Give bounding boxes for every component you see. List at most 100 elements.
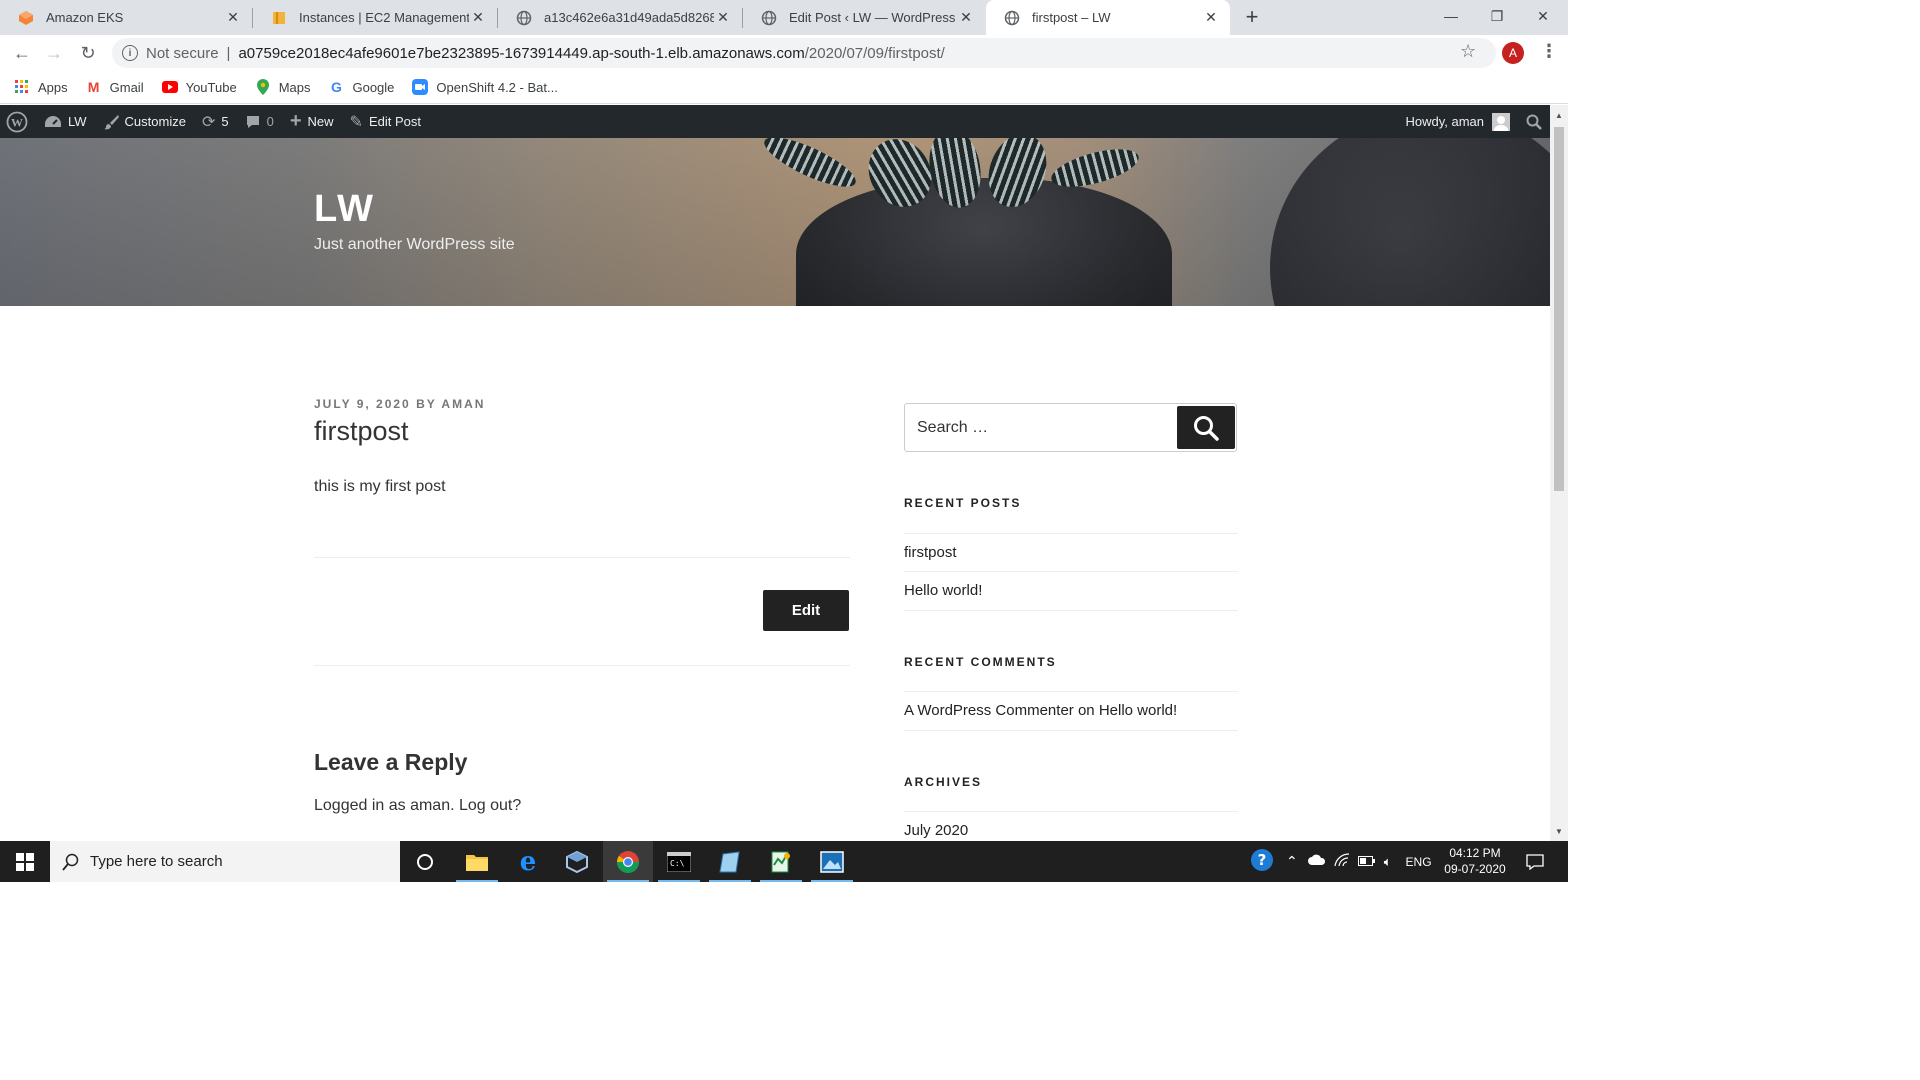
bookmark-openshift[interactable]: OpenShift 4.2 - Bat... [412, 79, 558, 95]
minimize-icon[interactable]: — [1428, 0, 1474, 32]
admin-edit-post[interactable]: ✎ Edit Post [342, 105, 429, 138]
tab-firstpost[interactable]: firstpost – LW ✕ [986, 0, 1230, 35]
post-date[interactable]: JULY 9, 2020 [314, 397, 411, 411]
close-icon[interactable]: ✕ [714, 9, 732, 27]
site-title[interactable]: LW [314, 188, 375, 231]
profile-avatar[interactable]: A [1502, 42, 1524, 64]
logged-in-as[interactable]: Logged in as aman. Log out? [314, 797, 521, 815]
comment-author-link[interactable]: A WordPress Commenter [904, 702, 1074, 719]
post-author[interactable]: AMAN [441, 397, 485, 411]
admin-my-account[interactable]: Howdy, aman [1397, 105, 1518, 138]
back-icon[interactable]: ← [8, 39, 36, 67]
bookmark-label: YouTube [185, 79, 237, 95]
notifications-icon[interactable] [1510, 841, 1560, 882]
restore-icon[interactable]: ❐ [1474, 0, 1520, 32]
bookmark-label: Google [352, 79, 395, 95]
tab-edit-post[interactable]: Edit Post ‹ LW — WordPress ✕ [743, 0, 985, 35]
comment-on-text: on [1077, 702, 1095, 719]
chevron-up-icon[interactable]: ⌃ [1286, 853, 1298, 870]
address-bar[interactable]: i Not secure | a0759ce2018ec4afe9601e7be… [112, 38, 1496, 68]
svg-text:W: W [11, 115, 23, 129]
edge-icon[interactable]: e [503, 841, 553, 882]
admin-comments[interactable]: 0 [237, 105, 282, 138]
tab-ec2-instances[interactable]: Instances | EC2 Management Con ✕ [253, 0, 497, 35]
help-icon[interactable]: ? [1250, 848, 1274, 875]
battery-icon[interactable] [1357, 855, 1376, 869]
clock-date: 09-07-2020 [1444, 862, 1506, 876]
input-language[interactable]: ENG [1406, 855, 1432, 869]
tab-amazon-eks[interactable]: Amazon EKS ✕ [0, 0, 252, 35]
bookmark-gmail[interactable]: M Gmail [86, 79, 144, 95]
security-label[interactable]: Not secure [146, 45, 219, 62]
search-icon [62, 853, 79, 871]
paintbrush-icon [103, 114, 119, 130]
close-icon[interactable]: ✕ [1202, 9, 1220, 27]
edit-post-button[interactable]: Edit [763, 590, 849, 631]
url-host: a0759ce2018ec4afe9601e7be2323895-1673914… [238, 44, 805, 62]
edit-post-label: Edit Post [368, 114, 421, 129]
youtube-icon [161, 79, 178, 95]
terminal-icon[interactable]: C:\ [654, 841, 704, 882]
virtualbox-icon[interactable] [552, 841, 602, 882]
svg-text:?: ? [1258, 851, 1267, 869]
photos-icon[interactable] [807, 841, 857, 882]
admin-search[interactable] [1518, 105, 1550, 138]
wordpress-logo-icon[interactable]: W [0, 105, 36, 138]
comment-post-link[interactable]: Hello world! [1099, 702, 1177, 719]
volume-icon[interactable]: 🔈︎ [1384, 854, 1392, 870]
search-submit-button[interactable] [1177, 406, 1235, 449]
user-avatar-icon [1492, 112, 1510, 131]
bookmark-star-icon[interactable]: ☆ [1460, 41, 1476, 62]
sidebar-search-input[interactable]: Search … [904, 403, 1237, 452]
page-scrollbar[interactable]: ▲ ▼ [1550, 105, 1568, 841]
admin-site-name[interactable]: LW [36, 105, 95, 138]
more-menu-icon[interactable]: ⋮ [1540, 41, 1558, 62]
recent-comments-title: RECENT COMMENTS [904, 655, 1057, 669]
divider [314, 557, 850, 558]
archive-link[interactable]: July 2020 [904, 822, 968, 839]
close-icon[interactable]: ✕ [224, 9, 242, 27]
windows-start-icon[interactable] [0, 841, 50, 882]
onedrive-cloud-icon[interactable] [1307, 854, 1326, 869]
info-icon[interactable]: i [122, 45, 138, 61]
sheets-icon[interactable] [756, 841, 806, 882]
scroll-down-icon[interactable]: ▼ [1555, 827, 1563, 836]
bookmark-apps[interactable]: Apps [14, 79, 68, 95]
bookmark-maps[interactable]: Maps [255, 79, 311, 95]
divider [314, 665, 850, 666]
search-icon [1526, 114, 1542, 130]
forward-icon[interactable]: → [40, 39, 68, 67]
comments-count: 0 [266, 114, 274, 129]
bookmark-youtube[interactable]: YouTube [161, 79, 237, 95]
bookmark-label: OpenShift 4.2 - Bat... [436, 79, 558, 95]
bookmark-label: Maps [278, 79, 311, 95]
close-icon[interactable]: ✕ [469, 9, 487, 27]
bookmark-google[interactable]: G Google [328, 79, 394, 95]
notepad-icon[interactable] [705, 841, 755, 882]
chrome-icon[interactable] [603, 841, 653, 882]
scroll-thumb[interactable] [1554, 127, 1564, 491]
admin-updates[interactable]: ⟳ 5 [194, 105, 237, 138]
site-description: Just another WordPress site [314, 236, 515, 253]
browser-tab-strip: Amazon EKS ✕ Instances | EC2 Management … [0, 0, 1568, 35]
reload-icon[interactable]: ↻ [74, 39, 102, 67]
post-meta: JULY 9, 2020 BY AMAN [314, 397, 485, 411]
post-body: this is my first post [314, 478, 446, 495]
file-explorer-icon[interactable] [452, 841, 502, 882]
recent-post-link[interactable]: firstpost [904, 544, 957, 561]
window-close-icon[interactable]: ✕ [1520, 0, 1566, 32]
tab-title: firstpost – LW [1032, 10, 1111, 25]
taskbar-clock[interactable]: 04:12 PM 09-07-2020 [1440, 845, 1510, 877]
admin-customize[interactable]: Customize [95, 105, 194, 138]
new-tab-icon[interactable]: + [1240, 4, 1264, 29]
globe-icon [516, 10, 532, 26]
close-icon[interactable]: ✕ [957, 9, 975, 27]
tab-elb-address[interactable]: a13c462e6a31d49ada5d8268601 ✕ [498, 0, 742, 35]
recent-post-link[interactable]: Hello world! [904, 582, 982, 599]
admin-new[interactable]: + New [282, 105, 342, 138]
tab-title: Amazon EKS [46, 10, 124, 25]
cortana-icon[interactable] [400, 841, 450, 882]
wifi-icon[interactable] [1334, 853, 1350, 870]
scroll-up-icon[interactable]: ▲ [1555, 111, 1563, 120]
taskbar-search-input[interactable]: Type here to search [50, 841, 400, 882]
